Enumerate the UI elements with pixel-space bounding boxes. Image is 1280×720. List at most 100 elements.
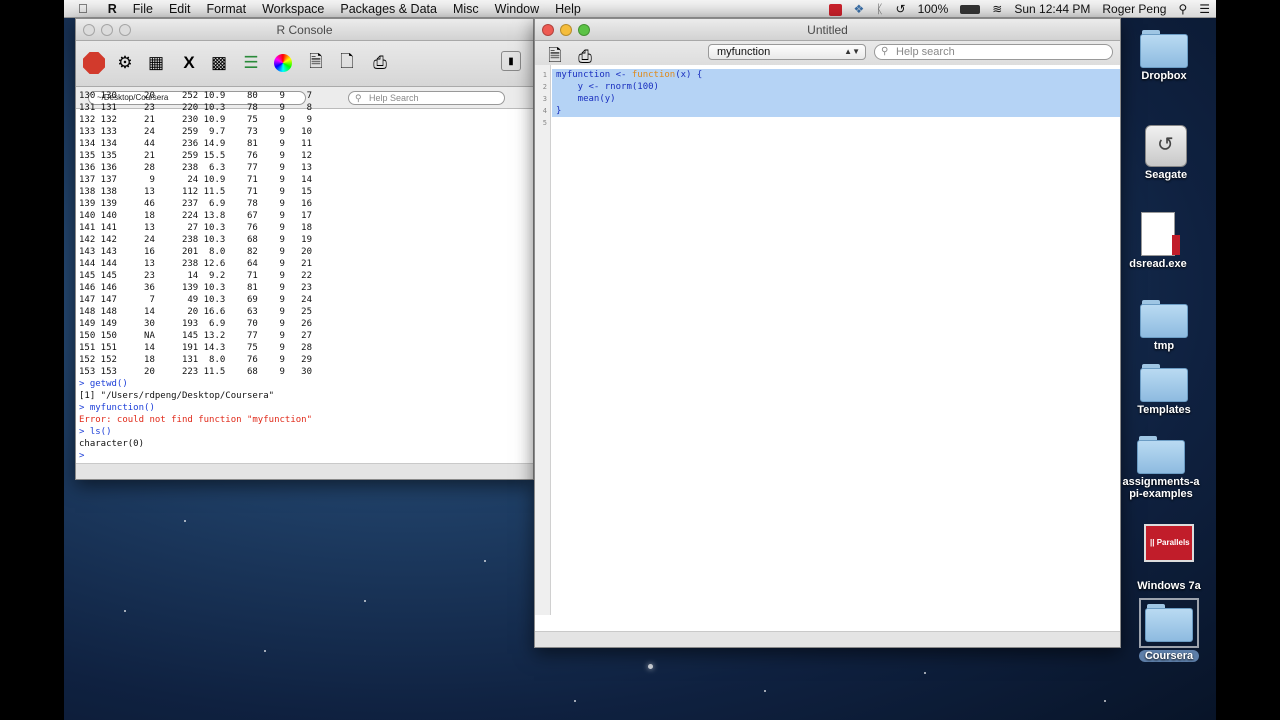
folder-icon [1140,300,1188,338]
minimize-button[interactable] [101,24,113,36]
code-text-segment: y <- rnorm(100) [556,82,659,92]
drawer-toggle-icon[interactable]: ▮ [501,51,521,71]
desktop-icon-windows[interactable]: || Parallels Windows 7a [1124,524,1214,592]
desktop-icon-label: Dropbox [1141,70,1187,82]
menu-app[interactable]: R [100,0,125,18]
console-error-line: Error: could not find function "myfuncti… [79,415,312,425]
menu-window[interactable]: Window [487,0,547,18]
r-console-window: R Console ⚙ ▦ X ▩ ☰ 🗎 🗋 ⎙ ▮ ~/Desktop/Co… [75,18,534,480]
console-data-row: 137 137 9 24 10.9 71 9 14 [79,175,312,185]
console-data-row: 146 146 36 139 10.3 81 9 23 [79,283,312,293]
console-data-row: 143 143 16 201 8.0 82 9 20 [79,247,312,257]
close-button[interactable] [542,24,554,36]
desktop-icon-label: dsread.exe [1129,258,1187,270]
code-keyword: function [631,70,676,80]
minimize-button[interactable] [560,24,572,36]
code-text[interactable]: myfunction <- function(x) { y <- rnorm(1… [552,69,1120,129]
menu-misc[interactable]: Misc [445,0,487,18]
folder-icon [1139,598,1199,648]
console-input-line: > myfunction() [79,403,155,413]
battery-icon[interactable] [954,0,986,18]
line-number: 3 [542,95,547,103]
zoom-button[interactable] [578,24,590,36]
notification-center-icon[interactable]: ☰ [1193,0,1216,18]
console-output-line: character(0) [79,439,145,449]
wifi-icon[interactable]: ≋ [986,0,1008,18]
desktop-icon-seagate[interactable]: ↺ Seagate [1121,125,1211,181]
console-input-line: > [79,451,85,461]
user-name[interactable]: Roger Peng [1096,0,1172,18]
console-output-line: [1] "/Users/rdpeng/Desktop/Coursera" [79,391,275,401]
apple-menu-icon[interactable]:  [64,0,100,18]
code-text-segment: myfunction <- [556,70,632,80]
menu-file[interactable]: File [125,0,161,18]
function-selector[interactable]: myfunction ▲▼ [708,44,866,60]
menu-packages-data[interactable]: Packages & Data [332,0,445,18]
open-document-icon[interactable]: 🗎 [304,51,328,75]
desktop-icon-assignments[interactable]: assignments-api-examples [1116,436,1206,500]
desktop-icon-dropbox[interactable]: Dropbox [1119,30,1209,82]
quartz-plot-icon[interactable]: ▦ [144,51,168,75]
bluetooth-icon[interactable]: ᛕ [870,0,889,18]
console-horizontal-scrollbar[interactable] [76,463,533,479]
console-output[interactable]: 130 130 20 252 10.9 80 9 7 131 131 23 220… [76,88,533,463]
console-data-row: 152 152 18 131 8.0 76 9 29 [79,355,312,365]
lock-icon[interactable]: ▩ [207,51,231,75]
editor-help-search-input[interactable]: ⚲ Help search [874,44,1113,60]
parallels-vm-icon: || Parallels [1144,524,1194,562]
editor-title: Untitled [807,23,848,37]
stop-icon[interactable] [82,51,106,75]
editor-window: Untitled 🗎 ⎙ myfunction ▲▼ ⚲ Help search… [534,18,1121,648]
zoom-button[interactable] [119,24,131,36]
menu-format[interactable]: Format [198,0,254,18]
console-data-row: 147 147 7 49 10.3 69 9 24 [79,295,312,305]
code-line: } [552,105,1120,117]
hard-drive-icon: ↺ [1145,125,1187,167]
dropbox-status-icon[interactable]: ❖ [848,0,871,18]
console-data-row: 151 151 14 191 14.3 75 9 28 [79,343,312,353]
clock[interactable]: Sun 12:44 PM [1008,0,1096,18]
close-button[interactable] [83,24,95,36]
console-data-row: 148 148 14 20 16.6 63 9 25 [79,307,312,317]
menu-workspace[interactable]: Workspace [254,0,332,18]
console-titlebar[interactable]: R Console [76,19,533,41]
code-editor[interactable]: 1 2 3 4 5 myfunction <- function(x) { y <- r… [535,65,1120,615]
search-icon: ⚲ [881,46,889,57]
history-icon[interactable]: ☰ [239,51,263,75]
print-icon[interactable]: ⎙ [368,51,392,75]
source-script-icon[interactable]: ⚙ [113,51,137,75]
editor-horizontal-scrollbar[interactable] [535,631,1120,647]
editor-titlebar[interactable]: Untitled [535,19,1120,41]
x11-icon[interactable]: X [177,51,201,75]
desktop-icon-dsread[interactable]: dsread.exe [1113,212,1203,270]
document-icon [1141,212,1180,256]
folder-icon [1140,30,1188,68]
battery-level[interactable]: 100% [912,0,955,18]
code-text-segment: mean(y) [556,94,616,104]
color-wheel-icon[interactable] [271,51,295,75]
console-data-row: 130 130 20 252 10.9 80 9 7 [79,91,312,101]
folder-icon [1137,436,1185,474]
console-toolbar: ⚙ ▦ X ▩ ☰ 🗎 🗋 ⎙ ▮ [76,41,533,87]
desktop-icon-templates[interactable]: Templates [1119,364,1209,416]
new-document-icon[interactable]: 🗋 [335,51,359,75]
recording-icon[interactable] [823,0,848,18]
line-number: 5 [542,119,547,127]
desktop-icon-coursera[interactable]: Coursera [1124,598,1214,664]
desktop-icon-label: assignments-api-examples [1122,476,1200,500]
code-text-segment: (x) { [675,70,703,80]
console-data-row: 140 140 18 224 13.8 67 9 17 [79,211,312,221]
spotlight-icon[interactable]: ⚲ [1172,0,1193,18]
console-data-row: 132 132 21 230 10.9 75 9 9 [79,115,312,125]
code-line: myfunction <- function(x) { [552,69,1120,81]
console-data-row: 135 135 21 259 15.5 76 9 12 [79,151,312,161]
desktop-icon-tmp[interactable]: tmp [1119,300,1209,352]
console-input-line: > getwd() [79,379,128,389]
menu-edit[interactable]: Edit [161,0,199,18]
console-data-row: 136 136 28 238 6.3 77 9 13 [79,163,312,173]
menu-help[interactable]: Help [547,0,589,18]
code-line: mean(y) [552,93,1120,105]
desktop-icon-label: Templates [1137,404,1191,416]
time-machine-icon[interactable]: ↺ [890,0,912,18]
